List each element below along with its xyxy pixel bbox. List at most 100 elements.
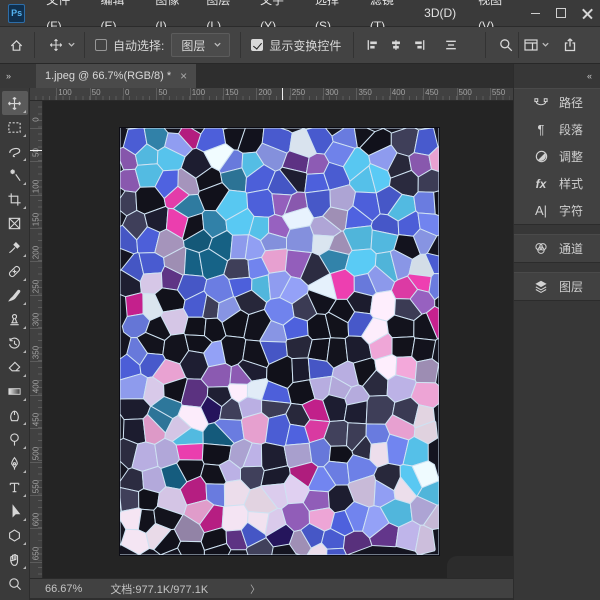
show-transform-label: 显示变换控件 bbox=[269, 37, 341, 54]
layers-icon bbox=[531, 279, 551, 294]
gradient-tool[interactable] bbox=[2, 379, 28, 403]
status-bar: 66.67% 文档:977.1K/977.1K 〉 bbox=[30, 578, 513, 598]
ruler-label: 500 bbox=[459, 88, 472, 97]
styles-icon: fx bbox=[531, 178, 551, 190]
menu-3d[interactable]: 3D(D) bbox=[413, 0, 467, 26]
menu-bar: Ps 文件(F)编辑(E)图像(I)图层(L)文字(Y)选择(S)滤镜(T)3D… bbox=[0, 0, 600, 27]
channels-icon bbox=[531, 241, 551, 256]
panel-label: 图层 bbox=[559, 278, 583, 295]
move-tool[interactable] bbox=[2, 91, 28, 115]
toolbar-expand-icon[interactable]: » bbox=[0, 64, 36, 88]
hand-tool[interactable] bbox=[2, 547, 28, 571]
crop-tool[interactable] bbox=[2, 187, 28, 211]
brush-tool[interactable] bbox=[2, 283, 28, 307]
tool-column bbox=[0, 88, 30, 600]
document-tab-title: 1.jpeg @ 66.7%(RGB/8) * bbox=[45, 70, 171, 82]
cursor-position-marker bbox=[30, 150, 43, 151]
panel-label: 路径 bbox=[559, 94, 583, 111]
panel-label: 字符 bbox=[559, 202, 583, 219]
show-transform-checkbox[interactable] bbox=[251, 39, 263, 51]
panel-dock: « 路径 ¶段落调整fx样式 A| 字符通道图层 bbox=[513, 64, 600, 600]
document-tab[interactable]: 1.jpeg @ 66.7%(RGB/8) * × bbox=[36, 64, 196, 88]
zoom-tool[interactable] bbox=[2, 571, 28, 595]
align-center-icon[interactable] bbox=[389, 38, 403, 52]
eraser-tool[interactable] bbox=[2, 355, 28, 379]
document-image[interactable] bbox=[120, 128, 439, 555]
ruler-label: 50 bbox=[32, 140, 41, 166]
ruler-label: 550 bbox=[32, 473, 41, 499]
frame-tool[interactable] bbox=[2, 211, 28, 235]
window-controls bbox=[522, 0, 600, 26]
close-button[interactable] bbox=[574, 0, 600, 26]
eyedropper-tool[interactable] bbox=[2, 235, 28, 259]
panel-button-paragraph[interactable]: ¶段落 bbox=[514, 116, 600, 143]
search-icon[interactable] bbox=[498, 37, 514, 53]
panel-group: 路径 ¶段落调整fx样式 A| 字符 bbox=[514, 88, 600, 225]
horizontal-ruler[interactable]: 10050050100150200250300350400450500550 bbox=[30, 88, 513, 101]
align-left-icon[interactable] bbox=[365, 38, 379, 52]
options-bar: 自动选择: 图层 显示变换控件 bbox=[0, 27, 600, 64]
ruler-label: 100 bbox=[32, 173, 41, 199]
minimize-button[interactable] bbox=[522, 0, 548, 26]
tab-bar: » 1.jpeg @ 66.7%(RGB/8) * × bbox=[0, 64, 513, 88]
move-tool-option-icon[interactable] bbox=[49, 38, 63, 52]
zoom-level-field[interactable]: 66.67% bbox=[45, 583, 82, 595]
lasso-tool[interactable] bbox=[2, 139, 28, 163]
ruler-label: 250 bbox=[292, 88, 305, 97]
dock-collapse-icon[interactable]: « bbox=[514, 64, 600, 88]
panel-label: 段落 bbox=[559, 121, 583, 138]
ruler-label: 50 bbox=[92, 88, 101, 97]
magic-wand-tool[interactable] bbox=[2, 163, 28, 187]
ruler-label: 150 bbox=[225, 88, 238, 97]
align-right-icon[interactable] bbox=[413, 38, 427, 52]
panel-button-channels[interactable]: 通道 bbox=[514, 235, 600, 262]
photoshop-logo-icon: Ps bbox=[8, 4, 25, 23]
type-tool[interactable] bbox=[2, 475, 28, 499]
chevron-down-icon[interactable] bbox=[541, 36, 550, 54]
rectangular-marquee-tool[interactable] bbox=[2, 115, 28, 139]
auto-select-target-dropdown[interactable]: 图层 bbox=[171, 33, 230, 57]
smudge-tool[interactable] bbox=[2, 403, 28, 427]
maximize-button[interactable] bbox=[548, 0, 574, 26]
ruler-label: 350 bbox=[358, 88, 371, 97]
close-icon bbox=[582, 8, 593, 19]
history-brush-tool[interactable] bbox=[2, 331, 28, 355]
ruler-label: 400 bbox=[392, 88, 405, 97]
share-icon[interactable] bbox=[562, 37, 578, 53]
character-icon: A| bbox=[531, 204, 551, 217]
panel-button-character[interactable]: A| 字符 bbox=[514, 197, 600, 224]
ruler-label: 550 bbox=[492, 88, 505, 97]
home-icon[interactable] bbox=[9, 38, 24, 53]
ruler-label: 650 bbox=[32, 540, 41, 566]
status-chevron-icon[interactable]: 〉 bbox=[250, 581, 260, 596]
path-selection-tool[interactable] bbox=[2, 499, 28, 523]
panel-button-adjustments[interactable]: 调整 bbox=[514, 143, 600, 170]
cursor-position-marker bbox=[282, 88, 283, 101]
auto-select-target-value: 图层 bbox=[181, 37, 205, 54]
distribute-icon[interactable] bbox=[444, 38, 458, 52]
clone-stamp-tool[interactable] bbox=[2, 307, 28, 331]
ruler-label: 400 bbox=[32, 373, 41, 399]
shape-tool[interactable] bbox=[2, 523, 28, 547]
panel-button-layers[interactable]: 图层 bbox=[514, 273, 600, 300]
panel-button-paths[interactable]: 路径 bbox=[514, 89, 600, 116]
dodge-tool[interactable] bbox=[2, 427, 28, 451]
ruler-label: 200 bbox=[32, 240, 41, 266]
ruler-label: 300 bbox=[325, 88, 338, 97]
ruler-label: 100 bbox=[58, 88, 71, 97]
panel-groups: 路径 ¶段落调整fx样式 A| 字符通道图层 bbox=[514, 88, 600, 301]
workspace-switcher-icon[interactable] bbox=[523, 37, 539, 53]
canvas-area[interactable] bbox=[43, 101, 513, 578]
chevron-down-icon[interactable] bbox=[67, 36, 76, 54]
vertical-ruler[interactable]: 5005010015020025030035040045050055060065… bbox=[30, 101, 43, 578]
ruler-label: 600 bbox=[32, 507, 41, 533]
tab-close-icon[interactable]: × bbox=[180, 70, 187, 82]
panel-button-styles[interactable]: fx样式 bbox=[514, 170, 600, 197]
adjustments-icon bbox=[531, 149, 551, 164]
doc-size-info: 文档:977.1K/977.1K bbox=[110, 581, 208, 597]
spot-healing-tool[interactable] bbox=[2, 259, 28, 283]
pen-tool[interactable] bbox=[2, 451, 28, 475]
auto-select-checkbox[interactable] bbox=[95, 39, 107, 51]
auto-select-label: 自动选择: bbox=[113, 37, 164, 54]
ruler-label: 50 bbox=[158, 88, 167, 97]
